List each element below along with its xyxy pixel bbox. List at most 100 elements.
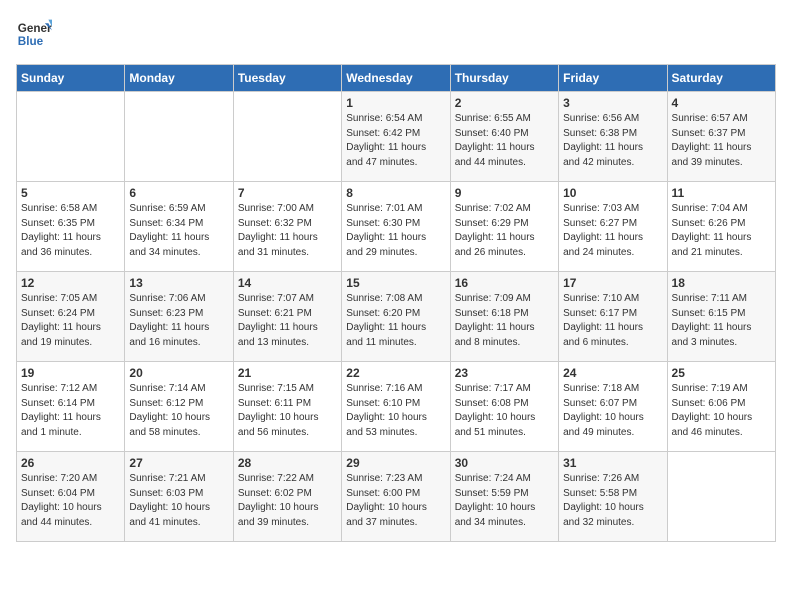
calendar-cell: 21 Sunrise: 7:15 AM Sunset: 6:11 PM Dayli… <box>233 362 341 452</box>
calendar-cell: 28 Sunrise: 7:22 AM Sunset: 6:02 PM Dayli… <box>233 452 341 542</box>
calendar-week-5: 26Sunrise: 7:20 AM Sunset: 6:04 PM Dayli… <box>17 452 776 542</box>
calendar-cell <box>233 92 341 182</box>
day-info: Sunrise: 7:14 AM Sunset: 6:12 PM Dayligh… <box>129 382 228 440</box>
day-info: Sunrise: 7:24 AM Sunset: 5:59 PM Dayligh… <box>455 472 554 530</box>
day-number: 9 <box>455 186 554 200</box>
calendar-cell: 22Sunrise: 7:16 AM Sunset: 6:10 PM Dayli… <box>342 362 450 452</box>
calendar-cell: 30 Sunrise: 7:24 AM Sunset: 5:59 PM Dayli… <box>450 452 558 542</box>
day-number: 24 <box>563 366 662 380</box>
calendar-cell: 14 Sunrise: 7:07 AM Sunset: 6:21 PM Dayli… <box>233 272 341 362</box>
calendar-cell: 26Sunrise: 7:20 AM Sunset: 6:04 PM Dayli… <box>17 452 125 542</box>
day-info: Sunrise: 7:26 AM Sunset: 5:58 PM Dayligh… <box>563 472 662 530</box>
day-info: Sunrise: 7:22 AM Sunset: 6:02 PM Dayligh… <box>238 472 337 530</box>
day-number: 25 <box>672 366 771 380</box>
day-info: Sunrise: 6:55 AM Sunset: 6:40 PM Dayligh… <box>455 112 554 170</box>
day-number: 17 <box>563 276 662 290</box>
calendar-cell: 19Sunrise: 7:12 AM Sunset: 6:14 PM Dayli… <box>17 362 125 452</box>
col-header-thursday: Thursday <box>450 65 558 92</box>
day-info: Sunrise: 7:10 AM Sunset: 6:17 PM Dayligh… <box>563 292 662 350</box>
day-number: 26 <box>21 456 120 470</box>
calendar-header-row: SundayMondayTuesdayWednesdayThursdayFrid… <box>17 65 776 92</box>
col-header-wednesday: Wednesday <box>342 65 450 92</box>
day-info: Sunrise: 7:09 AM Sunset: 6:18 PM Dayligh… <box>455 292 554 350</box>
day-info: Sunrise: 6:57 AM Sunset: 6:37 PM Dayligh… <box>672 112 771 170</box>
day-number: 8 <box>346 186 445 200</box>
calendar-cell: 24 Sunrise: 7:18 AM Sunset: 6:07 PM Dayli… <box>559 362 667 452</box>
day-number: 3 <box>563 96 662 110</box>
calendar-cell: 27 Sunrise: 7:21 AM Sunset: 6:03 PM Dayli… <box>125 452 233 542</box>
calendar-cell: 9 Sunrise: 7:02 AM Sunset: 6:29 PM Daylig… <box>450 182 558 272</box>
calendar-week-1: 1 Sunrise: 6:54 AM Sunset: 6:42 PM Daylig… <box>17 92 776 182</box>
day-info: Sunrise: 6:54 AM Sunset: 6:42 PM Dayligh… <box>346 112 445 170</box>
day-number: 4 <box>672 96 771 110</box>
day-info: Sunrise: 7:21 AM Sunset: 6:03 PM Dayligh… <box>129 472 228 530</box>
day-info: Sunrise: 7:19 AM Sunset: 6:06 PM Dayligh… <box>672 382 771 440</box>
day-number: 2 <box>455 96 554 110</box>
day-number: 28 <box>238 456 337 470</box>
day-info: Sunrise: 7:15 AM Sunset: 6:11 PM Dayligh… <box>238 382 337 440</box>
day-info: Sunrise: 7:04 AM Sunset: 6:26 PM Dayligh… <box>672 202 771 260</box>
day-number: 23 <box>455 366 554 380</box>
day-number: 1 <box>346 96 445 110</box>
calendar-cell: 17 Sunrise: 7:10 AM Sunset: 6:17 PM Dayli… <box>559 272 667 362</box>
day-number: 22 <box>346 366 445 380</box>
day-number: 18 <box>672 276 771 290</box>
calendar-cell: 20 Sunrise: 7:14 AM Sunset: 6:12 PM Dayli… <box>125 362 233 452</box>
col-header-sunday: Sunday <box>17 65 125 92</box>
calendar-cell: 13 Sunrise: 7:06 AM Sunset: 6:23 PM Dayli… <box>125 272 233 362</box>
calendar-cell: 2 Sunrise: 6:55 AM Sunset: 6:40 PM Daylig… <box>450 92 558 182</box>
col-header-friday: Friday <box>559 65 667 92</box>
day-number: 20 <box>129 366 228 380</box>
day-info: Sunrise: 7:23 AM Sunset: 6:00 PM Dayligh… <box>346 472 445 530</box>
day-info: Sunrise: 7:07 AM Sunset: 6:21 PM Dayligh… <box>238 292 337 350</box>
day-info: Sunrise: 6:56 AM Sunset: 6:38 PM Dayligh… <box>563 112 662 170</box>
calendar-cell: 6 Sunrise: 6:59 AM Sunset: 6:34 PM Daylig… <box>125 182 233 272</box>
calendar-cell: 10Sunrise: 7:03 AM Sunset: 6:27 PM Dayli… <box>559 182 667 272</box>
calendar-cell: 31 Sunrise: 7:26 AM Sunset: 5:58 PM Dayli… <box>559 452 667 542</box>
logo: General Blue <box>16 16 52 52</box>
calendar-cell: 7 Sunrise: 7:00 AM Sunset: 6:32 PM Daylig… <box>233 182 341 272</box>
day-number: 13 <box>129 276 228 290</box>
day-number: 14 <box>238 276 337 290</box>
day-number: 16 <box>455 276 554 290</box>
page-header: General Blue <box>16 16 776 52</box>
day-info: Sunrise: 7:06 AM Sunset: 6:23 PM Dayligh… <box>129 292 228 350</box>
calendar-cell: 1 Sunrise: 6:54 AM Sunset: 6:42 PM Daylig… <box>342 92 450 182</box>
day-number: 30 <box>455 456 554 470</box>
col-header-monday: Monday <box>125 65 233 92</box>
day-number: 29 <box>346 456 445 470</box>
day-info: Sunrise: 7:12 AM Sunset: 6:14 PM Dayligh… <box>21 382 120 440</box>
day-info: Sunrise: 7:17 AM Sunset: 6:08 PM Dayligh… <box>455 382 554 440</box>
calendar-cell: 8 Sunrise: 7:01 AM Sunset: 6:30 PM Daylig… <box>342 182 450 272</box>
calendar-week-4: 19Sunrise: 7:12 AM Sunset: 6:14 PM Dayli… <box>17 362 776 452</box>
col-header-tuesday: Tuesday <box>233 65 341 92</box>
calendar-cell: 16 Sunrise: 7:09 AM Sunset: 6:18 PM Dayli… <box>450 272 558 362</box>
day-info: Sunrise: 6:58 AM Sunset: 6:35 PM Dayligh… <box>21 202 120 260</box>
day-number: 21 <box>238 366 337 380</box>
calendar-cell: 4 Sunrise: 6:57 AM Sunset: 6:37 PM Daylig… <box>667 92 775 182</box>
day-info: Sunrise: 7:02 AM Sunset: 6:29 PM Dayligh… <box>455 202 554 260</box>
day-number: 6 <box>129 186 228 200</box>
day-number: 31 <box>563 456 662 470</box>
calendar-cell <box>125 92 233 182</box>
col-header-saturday: Saturday <box>667 65 775 92</box>
day-info: Sunrise: 7:01 AM Sunset: 6:30 PM Dayligh… <box>346 202 445 260</box>
calendar-cell <box>667 452 775 542</box>
calendar-cell: 15Sunrise: 7:08 AM Sunset: 6:20 PM Dayli… <box>342 272 450 362</box>
day-number: 11 <box>672 186 771 200</box>
calendar-cell: 11 Sunrise: 7:04 AM Sunset: 6:26 PM Dayli… <box>667 182 775 272</box>
day-info: Sunrise: 6:59 AM Sunset: 6:34 PM Dayligh… <box>129 202 228 260</box>
calendar-cell: 23 Sunrise: 7:17 AM Sunset: 6:08 PM Dayli… <box>450 362 558 452</box>
calendar-table: SundayMondayTuesdayWednesdayThursdayFrid… <box>16 64 776 542</box>
day-number: 15 <box>346 276 445 290</box>
calendar-cell: 18Sunrise: 7:11 AM Sunset: 6:15 PM Dayli… <box>667 272 775 362</box>
day-number: 7 <box>238 186 337 200</box>
calendar-cell: 3 Sunrise: 6:56 AM Sunset: 6:38 PM Daylig… <box>559 92 667 182</box>
calendar-week-3: 12Sunrise: 7:05 AM Sunset: 6:24 PM Dayli… <box>17 272 776 362</box>
day-info: Sunrise: 7:18 AM Sunset: 6:07 PM Dayligh… <box>563 382 662 440</box>
calendar-cell <box>17 92 125 182</box>
day-info: Sunrise: 7:00 AM Sunset: 6:32 PM Dayligh… <box>238 202 337 260</box>
day-number: 27 <box>129 456 228 470</box>
day-info: Sunrise: 7:05 AM Sunset: 6:24 PM Dayligh… <box>21 292 120 350</box>
logo-icon: General Blue <box>16 16 52 52</box>
